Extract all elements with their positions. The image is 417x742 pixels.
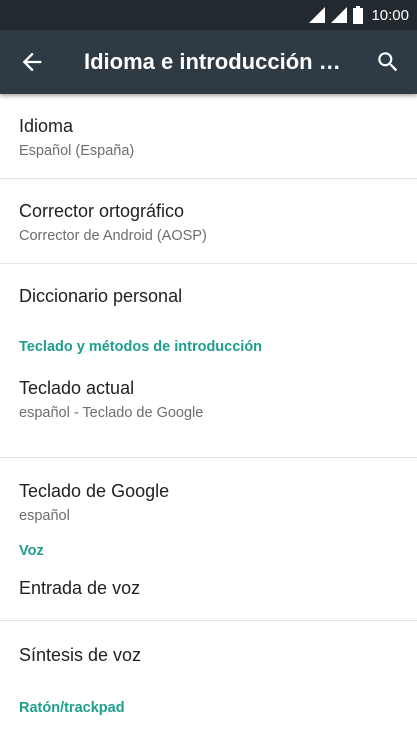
category-header-teclado: Teclado y métodos de introducción [19, 339, 263, 355]
back-button[interactable] [18, 48, 46, 76]
search-icon [378, 52, 398, 72]
setting-title: Teclado actual [19, 378, 135, 398]
clock: 10:00 [371, 6, 409, 24]
setting-item-entrada-voz[interactable]: Entrada de voz [0, 575, 417, 621]
signal-icon [331, 7, 348, 23]
setting-item-idioma[interactable]: Idioma Español (España) [0, 94, 417, 179]
signal-icon [309, 7, 326, 23]
arrow-back-icon [22, 52, 42, 72]
page-title: Idioma e introducción de texto [84, 49, 349, 74]
app-bar: Idioma e introducción de texto [0, 30, 417, 94]
setting-summary: español - Teclado de Google [19, 405, 204, 421]
status-icons: 10:00 [309, 0, 409, 30]
setting-summary: español [19, 508, 70, 524]
setting-title: Entrada de voz [19, 578, 141, 598]
setting-item-corrector[interactable]: Corrector ortográfico Corrector de Andro… [0, 179, 417, 264]
setting-item-sintesis-voz[interactable]: Síntesis de voz [0, 621, 417, 697]
status-bar: 10:00 [0, 0, 417, 30]
setting-summary: Español (España) [19, 143, 135, 159]
setting-title: Teclado de Google [19, 481, 170, 501]
search-button[interactable] [375, 49, 401, 75]
setting-title: Idioma [19, 116, 74, 136]
setting-title: Diccionario personal [19, 286, 183, 306]
setting-item-diccionario[interactable]: Diccionario personal [0, 264, 417, 336]
category-header-raton: Ratón/trackpad [19, 700, 125, 716]
setting-title: Corrector ortográfico [19, 201, 185, 221]
setting-item-teclado-google[interactable]: Teclado de Google español [0, 458, 417, 540]
setting-item-teclado-actual[interactable]: Teclado actual español - Teclado de Goog… [0, 371, 417, 458]
setting-title: Síntesis de voz [19, 645, 142, 665]
settings-list: Idioma Español (España) Corrector ortogr… [0, 94, 417, 732]
category-header-voz: Voz [19, 543, 44, 559]
setting-summary: Corrector de Android (AOSP) [19, 228, 207, 244]
battery-icon [353, 6, 364, 24]
